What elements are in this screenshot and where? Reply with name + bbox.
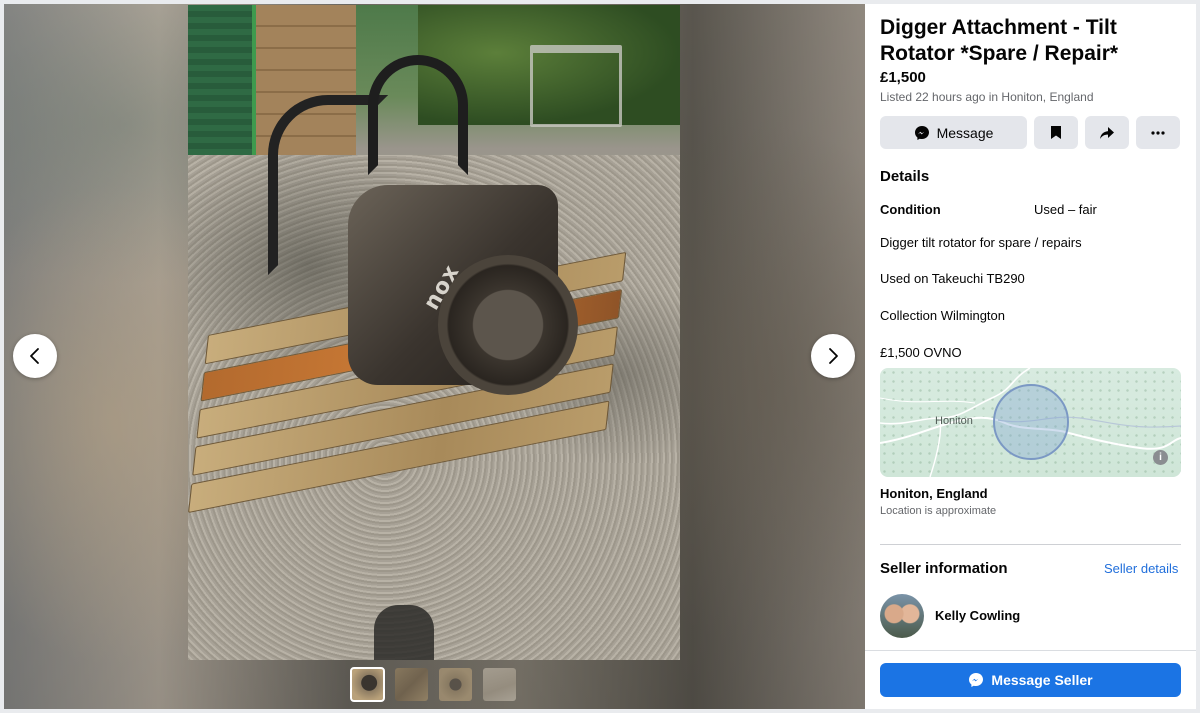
section-divider (880, 544, 1181, 545)
listing-photo: nox (188, 5, 680, 660)
seller-info-heading: Seller information (880, 560, 1008, 577)
location-map[interactable]: Honiton i (880, 368, 1181, 477)
avatar[interactable] (880, 594, 924, 638)
thumbnail-4[interactable] (483, 668, 516, 701)
info-icon[interactable]: i (1153, 450, 1168, 465)
location-name: Honiton, England (880, 486, 988, 501)
approximate-area-circle (993, 384, 1069, 460)
condition-value: Used – fair (1034, 202, 1097, 217)
action-bar: Message (880, 116, 1180, 149)
thumbnail-1[interactable] (350, 667, 385, 702)
description-line: Used on Takeuchi TB290 (880, 271, 1025, 286)
thumbnail-strip (350, 667, 516, 702)
map-place-label: Honiton (935, 415, 973, 427)
footer-divider (865, 650, 1196, 651)
chevron-left-icon (30, 348, 39, 364)
message-seller-button[interactable]: Message Seller (880, 663, 1181, 697)
share-button[interactable] (1085, 116, 1129, 149)
condition-label: Condition (880, 202, 941, 217)
description-line: Collection Wilmington (880, 308, 1005, 323)
share-icon (1100, 126, 1114, 139)
marketplace-listing-page: nox Digger Attachment - Tilt Rotator *Sp… (0, 0, 1200, 713)
previous-photo-button[interactable] (13, 334, 57, 378)
details-heading: Details (880, 168, 930, 185)
description-line: £1,500 OVNO (880, 345, 962, 360)
message-button[interactable]: Message (880, 116, 1027, 149)
seller-details-link[interactable]: Seller details (1104, 561, 1178, 576)
listed-time-location: Listed 22 hours ago in Honiton, England (880, 90, 1094, 104)
seller-name[interactable]: Kelly Cowling (935, 608, 1020, 623)
listing-title: Digger Attachment - Tilt Rotator *Spare … (880, 16, 1119, 65)
media-viewer: nox (4, 4, 865, 709)
thumbnail-3[interactable] (439, 668, 472, 701)
messenger-icon (969, 673, 984, 687)
more-icon (1151, 130, 1165, 135)
message-seller-label: Message Seller (991, 672, 1093, 688)
thumbnail-2[interactable] (395, 668, 428, 701)
save-button[interactable] (1034, 116, 1078, 149)
listing-price: £1,500 (880, 69, 926, 86)
more-options-button[interactable] (1136, 116, 1180, 149)
messenger-icon (914, 125, 929, 140)
tilt-rotator-machine: nox (268, 55, 608, 425)
details-panel: Digger Attachment - Tilt Rotator *Spare … (865, 4, 1196, 709)
next-photo-button[interactable] (811, 334, 855, 378)
description-line: Digger tilt rotator for spare / repairs (880, 235, 1082, 250)
bookmark-icon (1051, 126, 1061, 139)
chevron-right-icon (829, 348, 838, 364)
location-note: Location is approximate (880, 505, 997, 517)
message-button-label: Message (936, 124, 994, 141)
